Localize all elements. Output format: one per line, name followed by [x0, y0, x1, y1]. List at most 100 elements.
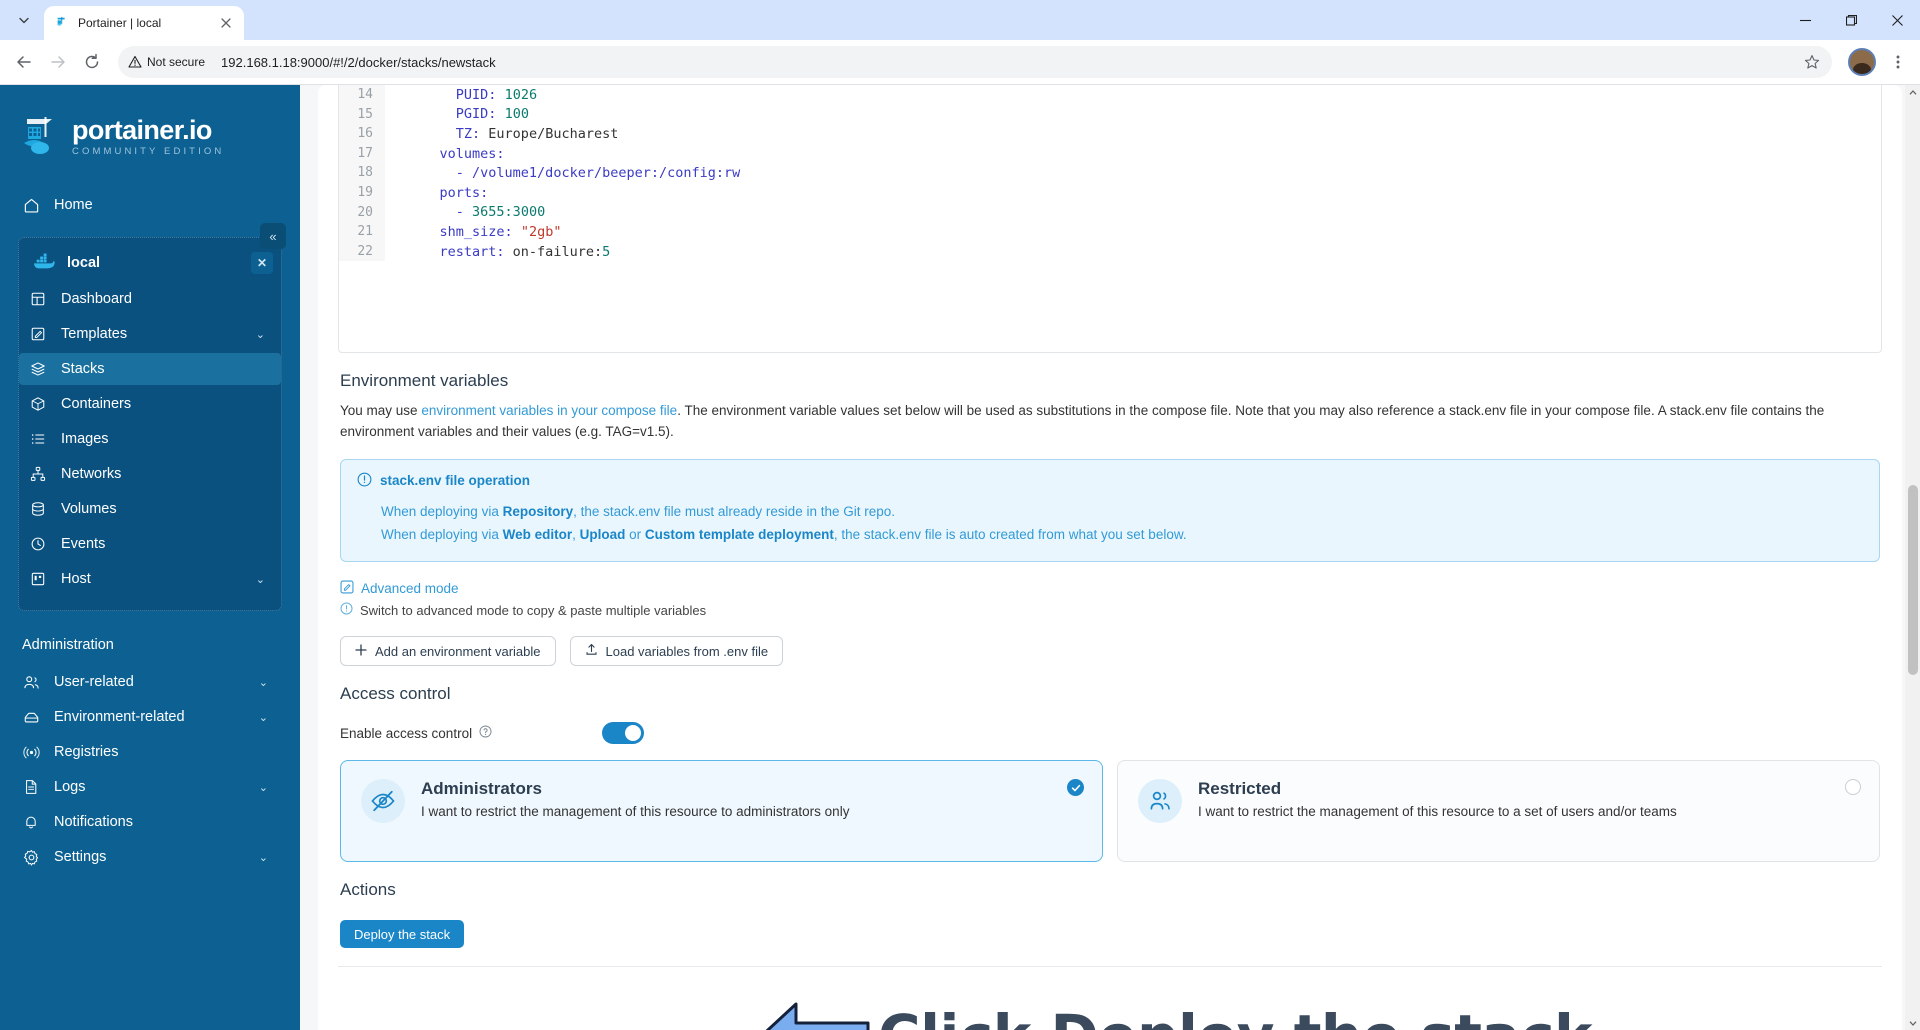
main-content: 14 PUID: 1026 15 PGID: 100 16 TZ: Europe…	[300, 85, 1920, 1030]
sidebar-item-label: Events	[61, 536, 106, 552]
warning-triangle-icon	[128, 55, 142, 68]
advanced-mode-label: Advanced mode	[361, 581, 459, 597]
sidebar-item-environment-related[interactable]: Environment-related ⌄	[0, 701, 300, 733]
code-text: PUID: 1026	[455, 86, 538, 103]
line2-mid2: or	[625, 527, 645, 543]
window-minimize-button[interactable]	[1782, 0, 1828, 40]
line-number: 16	[339, 124, 385, 144]
registries-icon	[22, 743, 40, 761]
sidebar-item-images[interactable]: Images	[19, 423, 281, 455]
brand-logo-block[interactable]: portainer.io COMMUNITY EDITION	[0, 103, 300, 165]
browser-menu-icon[interactable]	[1884, 48, 1912, 76]
line1-bold-repository: Repository	[502, 503, 574, 519]
reload-button[interactable]	[76, 46, 108, 78]
sidebar-item-home[interactable]: Home	[0, 189, 300, 221]
window-controls	[1782, 0, 1920, 40]
sidebar-item-label: Templates	[61, 326, 128, 342]
deploy-the-stack-button[interactable]: Deploy the stack	[340, 920, 465, 949]
images-icon	[29, 430, 47, 448]
bookmark-star-icon[interactable]	[1798, 48, 1826, 76]
volumes-icon	[29, 500, 47, 518]
sidebar-item-label: Settings	[54, 849, 107, 865]
back-button[interactable]	[8, 46, 40, 78]
scroll-down-arrow-icon[interactable]	[1905, 1015, 1920, 1030]
access-control-card-restricted[interactable]: Restricted I want to restrict the manage…	[1117, 760, 1880, 863]
containers-icon	[29, 395, 47, 413]
sidebar-item-events[interactable]: Events	[19, 528, 281, 560]
sidebar-item-label: Environment-related	[54, 709, 185, 725]
chevron-down-icon[interactable]: ⌄	[256, 573, 265, 586]
home-icon	[22, 196, 40, 214]
environment-variables-heading: Environment variables	[340, 371, 509, 390]
help-circle-icon[interactable]	[479, 725, 492, 741]
environment-block: local ✕ Dashboard Templates ⌄ Stacks Con…	[18, 237, 282, 611]
env-var-button-row: Add an environment variable Load variabl…	[318, 618, 1902, 667]
sidebar-item-user-related[interactable]: User-related ⌄	[0, 666, 300, 698]
browser-window: Portainer | local Not secure 192.168.1.1…	[0, 0, 1920, 1030]
sidebar-item-containers[interactable]: Containers	[19, 388, 281, 420]
scroll-up-arrow-icon[interactable]	[1905, 85, 1920, 100]
sidebar-item-templates[interactable]: Templates ⌄	[19, 318, 281, 350]
tab-search-chevron-icon[interactable]	[4, 3, 44, 37]
radio-unselected-icon[interactable]	[1845, 779, 1861, 796]
environment-name: local	[67, 255, 101, 271]
environment-close-icon[interactable]: ✕	[251, 252, 273, 274]
infobox-line-1: When deploying via Repository, the stack…	[357, 500, 1863, 524]
check-icon	[1067, 779, 1084, 797]
scrollbar-thumb[interactable]	[1908, 485, 1918, 675]
sidebar-item-label: Volumes	[61, 501, 117, 517]
sidebar-item-registries[interactable]: Registries	[0, 736, 300, 768]
not-secure-label: Not secure	[147, 55, 206, 69]
browser-tab[interactable]: Portainer | local	[44, 6, 244, 40]
code-text: shm_size: "2gb"	[439, 223, 562, 240]
line-number: 15	[339, 104, 385, 125]
env-vars-doc-link[interactable]: environment variables in your compose fi…	[421, 403, 677, 418]
address-bar[interactable]: Not secure 192.168.1.18:9000/#!/2/docker…	[118, 46, 1832, 78]
environment-header[interactable]: local ✕	[19, 246, 281, 280]
load-variables-from-env-file-button[interactable]: Load variables from .env file	[569, 636, 784, 667]
sidebar-item-host[interactable]: Host ⌄	[19, 563, 281, 595]
sidebar-item-label: Registries	[54, 744, 119, 760]
code-line: 17 volumes:	[339, 143, 1881, 164]
access-control-card-administrators[interactable]: Administrators I want to restrict the ma…	[340, 760, 1103, 863]
advanced-mode-link[interactable]: Advanced mode	[318, 562, 1902, 597]
infobox-line-2: When deploying via Web editor, Upload or…	[357, 523, 1863, 547]
sidebar-item-volumes[interactable]: Volumes	[19, 493, 281, 525]
chevron-down-icon[interactable]: ⌄	[259, 676, 268, 689]
sidebar-item-label: Host	[61, 571, 91, 587]
enable-access-control-label-group: Enable access control	[340, 725, 602, 741]
stacks-icon	[29, 360, 47, 378]
line-number: 14	[339, 85, 385, 105]
window-maximize-button[interactable]	[1828, 0, 1874, 40]
code-line: 21 shm_size: "2gb"	[339, 222, 1881, 242]
forward-button[interactable]	[42, 46, 74, 78]
actions-row: Deploy the stack	[318, 910, 1902, 949]
chevron-down-icon[interactable]: ⌄	[259, 851, 268, 864]
tab-close-icon[interactable]	[218, 15, 234, 31]
main-vertical-scrollbar[interactable]	[1905, 85, 1920, 1030]
sidebar-item-networks[interactable]: Networks	[19, 458, 281, 490]
chevron-down-icon[interactable]: ⌄	[259, 781, 268, 794]
tab-strip: Portainer | local	[0, 0, 1920, 40]
profile-avatar[interactable]	[1848, 48, 1876, 76]
sidebar-item-dashboard[interactable]: Dashboard	[19, 283, 281, 315]
administration-section-label: Administration	[22, 637, 114, 653]
add-environment-variable-button[interactable]: Add an environment variable	[340, 636, 556, 667]
line1-post: , the stack.env file must already reside…	[573, 503, 895, 519]
tab-title: Portainer | local	[78, 16, 162, 30]
sidebar-item-logs[interactable]: Logs ⌄	[0, 771, 300, 803]
chevron-down-icon[interactable]: ⌄	[256, 328, 265, 341]
sidebar-item-notifications[interactable]: Notifications	[0, 806, 300, 838]
environment-variables-description: You may use environment variables in you…	[318, 401, 1878, 443]
window-close-button[interactable]	[1874, 0, 1920, 40]
sidebar-item-settings[interactable]: Settings ⌄	[0, 841, 300, 873]
not-secure-indicator[interactable]: Not secure	[128, 55, 205, 69]
sidebar-item-stacks[interactable]: Stacks	[19, 353, 281, 385]
chevron-down-icon[interactable]: ⌄	[259, 711, 268, 724]
code-text: - 3655:3000	[455, 204, 546, 221]
access-control-title: Administrators	[421, 779, 542, 799]
compose-editor[interactable]: 14 PUID: 1026 15 PGID: 100 16 TZ: Europe…	[338, 85, 1882, 353]
browser-toolbar: Not secure 192.168.1.18:9000/#!/2/docker…	[0, 40, 1920, 85]
enable-access-control-toggle[interactable]	[602, 722, 644, 745]
code-text: PGID: 100	[455, 106, 529, 123]
